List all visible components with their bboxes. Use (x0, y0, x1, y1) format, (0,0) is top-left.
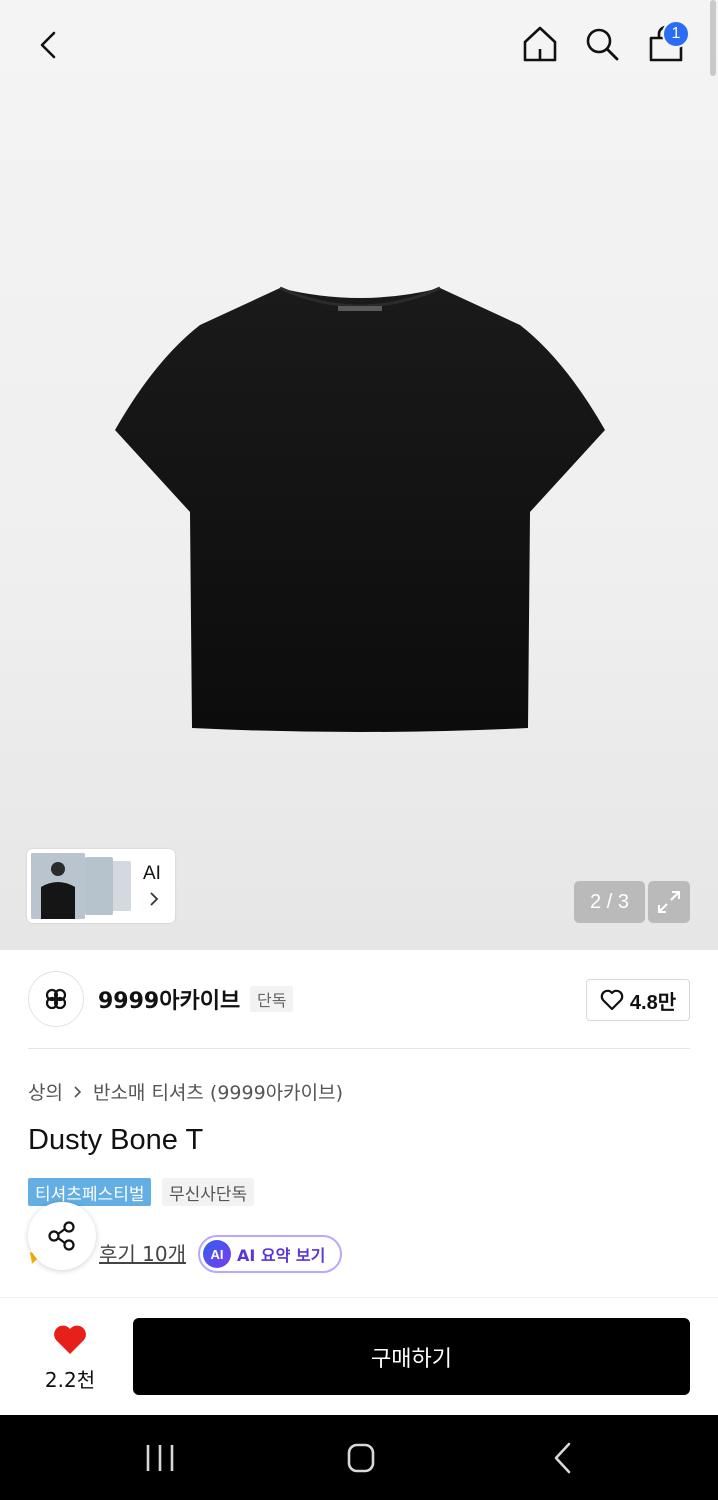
top-bar: 1 (0, 0, 718, 90)
chevron-right-icon (150, 892, 159, 906)
heart-filled-icon (54, 1325, 86, 1354)
product-gallery[interactable]: 1 AI 2 / 3 (0, 0, 718, 950)
image-page-counter: 2 / 3 (574, 881, 645, 923)
cart-count-badge: 1 (662, 20, 690, 48)
brand-name[interactable]: 9999아카이브 (98, 983, 240, 1015)
back-nav-icon[interactable] (545, 1440, 581, 1476)
home-button[interactable] (516, 20, 564, 68)
exclusive-tag: 무신사단독 (162, 1178, 255, 1206)
ai-summary-button[interactable]: AI AI 요약 보기 (198, 1235, 342, 1273)
expand-image-button[interactable] (648, 881, 690, 923)
share-icon (48, 1221, 75, 1251)
breadcrumb-item[interactable]: 반소매 티셔츠 (9999아카이브) (93, 1078, 343, 1105)
breadcrumb: 상의 반소매 티셔츠 (9999아카이브) (28, 1078, 343, 1105)
buy-button[interactable]: 구매하기 (133, 1318, 690, 1395)
wishlist-count: 2.2천 (44, 1368, 96, 1392)
wishlist-button[interactable]: 2.2천 (30, 1318, 110, 1396)
product-image[interactable] (110, 280, 610, 740)
brand-logo-icon (45, 988, 67, 1010)
brand-like-button[interactable]: 4.8만 (586, 979, 690, 1021)
home-icon (523, 26, 557, 62)
brand-like-count: 4.8만 (629, 991, 677, 1014)
thumbnail-image (111, 861, 131, 911)
review-link[interactable]: 후기 10개 (99, 1238, 186, 1267)
brand-logo[interactable] (28, 971, 84, 1027)
breadcrumb-item[interactable]: 상의 (28, 1078, 63, 1105)
back-icon (40, 31, 56, 59)
ai-label: AI (143, 863, 161, 884)
heart-outline-icon (600, 989, 624, 1011)
festival-tag: 티셔츠페스티벌 (28, 1178, 152, 1206)
recent-apps-icon[interactable] (140, 1440, 180, 1476)
expand-icon (658, 891, 680, 913)
thumbnail-image (31, 853, 85, 919)
product-title: Dusty Bone T (28, 1124, 204, 1156)
search-button[interactable] (578, 20, 626, 68)
ai-badge-icon: AI (203, 1240, 231, 1268)
brand-exclusive-tag: 단독 (250, 986, 294, 1012)
share-button[interactable] (28, 1202, 96, 1270)
search-icon (586, 28, 619, 61)
back-button[interactable] (26, 22, 72, 68)
divider (28, 1048, 690, 1049)
ai-styling-thumbnails[interactable]: AI (27, 849, 175, 923)
ai-summary-label: AI 요약 보기 (237, 1246, 326, 1265)
home-nav-icon[interactable] (341, 1440, 381, 1476)
chevron-right-icon (74, 1085, 82, 1098)
thumbnail-image (85, 857, 113, 915)
